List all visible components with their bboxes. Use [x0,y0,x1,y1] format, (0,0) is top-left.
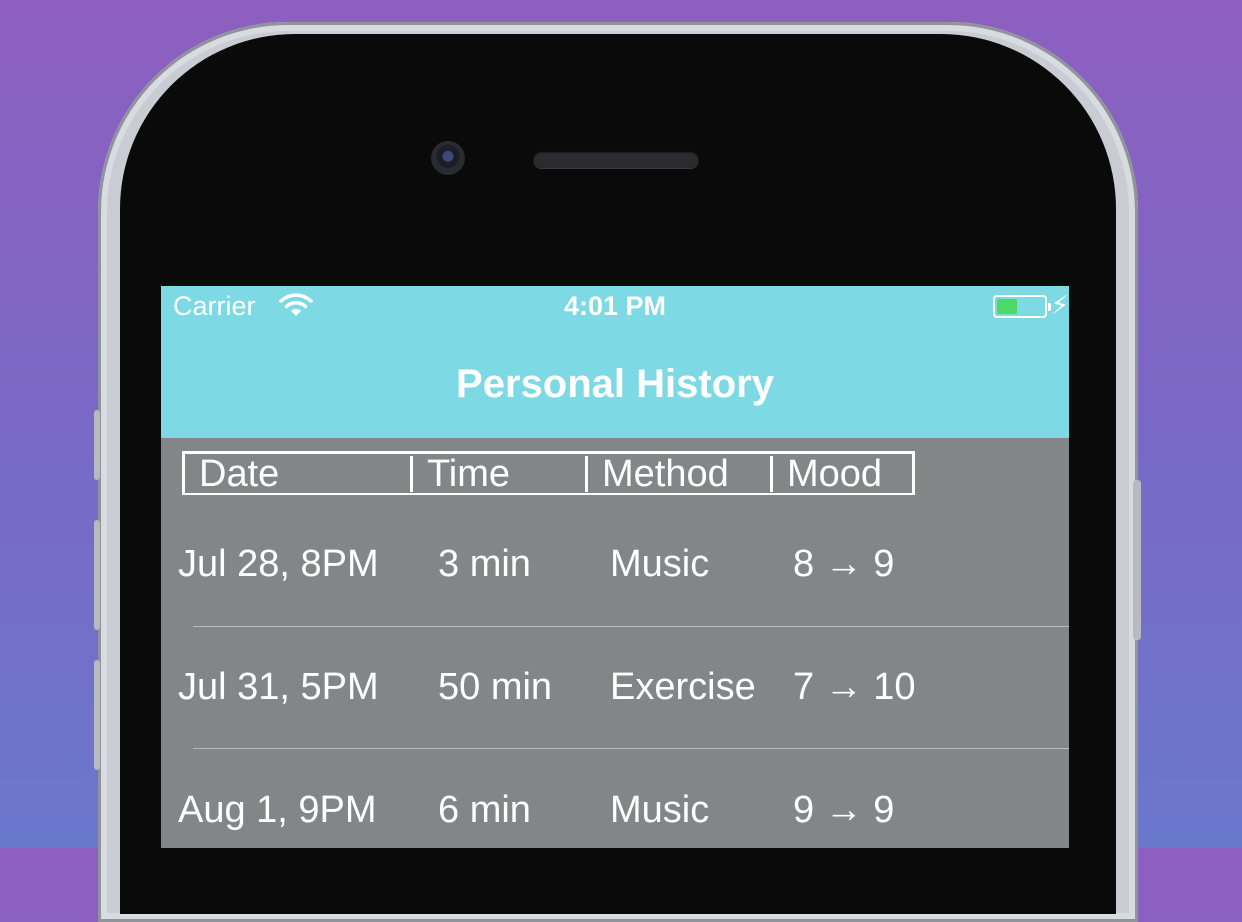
row-time: 50 min [438,666,553,708]
table-row[interactable]: Jul 31, 5PM 50 min Exercise 7 → 10 [161,626,1069,749]
row-mood: 8 → 9 [793,543,895,585]
column-header-date: Date [182,454,279,494]
row-date: Aug 1, 9PM [178,789,377,831]
front-camera-icon [431,141,465,175]
row-time: 6 min [438,789,531,831]
row-date: Jul 31, 5PM [178,666,379,708]
column-header-label: Date [199,453,280,495]
app-screen: Carrier 4:01 PM ⚡ Personal History Date … [161,286,1069,848]
row-method: Music [610,789,710,831]
row-mood: 9 → 9 [793,789,895,831]
history-table: Date Time Method Mood Jul 28, 8PM 3 min … [161,438,1069,848]
column-header-method: Method [585,454,729,494]
column-header-mood: Mood [770,454,882,494]
column-separator [770,456,773,492]
status-bar: Carrier 4:01 PM ⚡ [161,286,1069,326]
table-row[interactable]: Jul 28, 8PM 3 min Music 8 → 9 [161,503,1069,626]
table-row[interactable]: Aug 1, 9PM 6 min Music 9 → 9 [161,749,1069,848]
column-header-label: Mood [787,453,883,495]
phone-left-button [94,410,100,480]
column-header-label: Method [602,453,729,495]
row-method: Exercise [610,666,756,708]
phone-left-button [94,660,100,770]
phone-left-button [94,520,100,630]
table-header: Date Time Method Mood [182,451,915,495]
page-title: Personal History [456,362,774,406]
column-separator [410,456,413,492]
battery-level [997,299,1017,314]
navigation-bar: Personal History [161,326,1069,438]
battery-icon [993,295,1051,318]
row-mood: 7 → 10 [793,666,916,708]
earpiece-speaker-icon [533,151,699,168]
row-method: Music [610,543,710,585]
row-date: Jul 28, 8PM [178,543,379,585]
row-time: 3 min [438,543,531,585]
column-header-time: Time [410,454,510,494]
charging-bolt-icon: ⚡ [1050,290,1069,320]
phone-side-button [1133,480,1141,640]
column-separator [585,456,588,492]
status-time: 4:01 PM [563,291,667,321]
column-separator [182,456,185,492]
column-header-label: Time [427,453,511,495]
